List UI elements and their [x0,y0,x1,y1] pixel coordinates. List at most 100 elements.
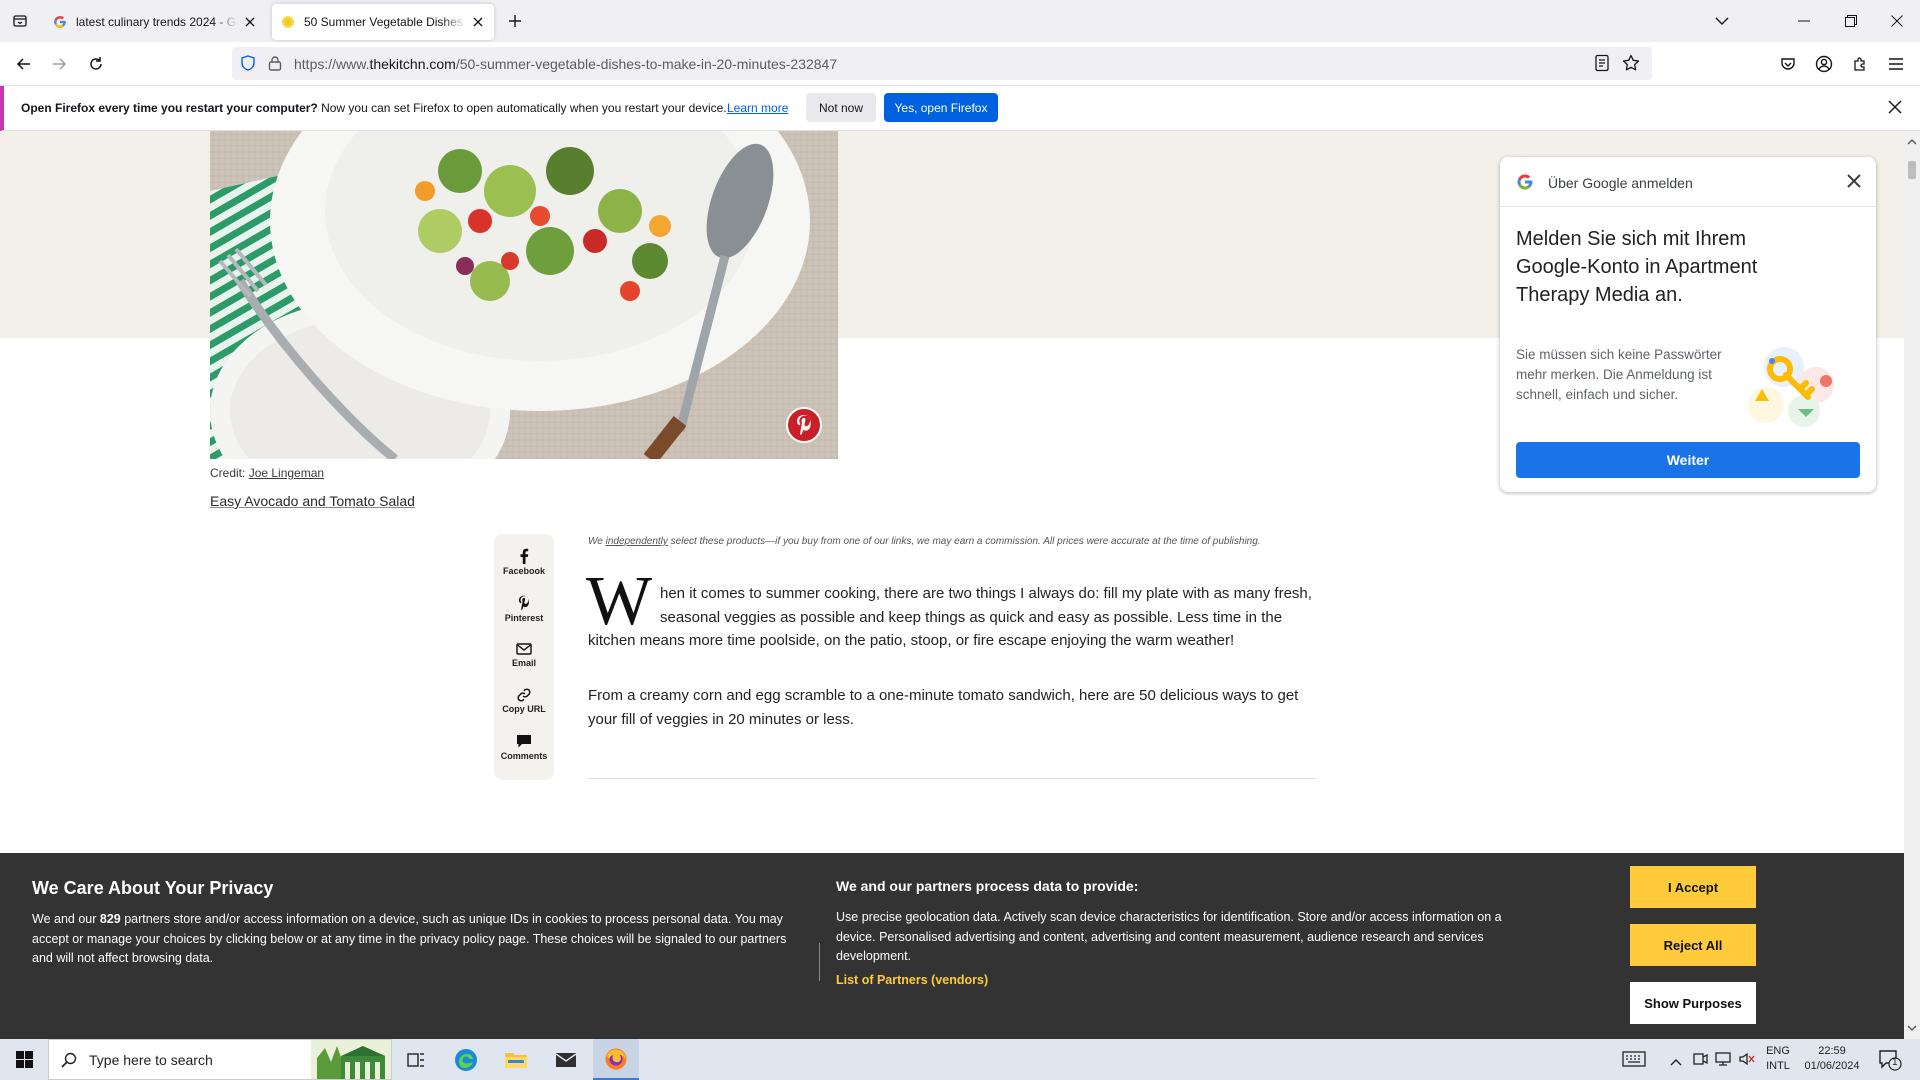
intro-paragraph-part1: hen it comes to summer cooking, there ar… [660,585,1312,626]
share-label: Pinterest [504,613,544,623]
url-bar[interactable]: https://www.thekitchn.com/50-summer-vege… [232,47,1652,80]
close-tab-icon[interactable] [470,14,486,30]
disclaimer-text: We [588,536,606,547]
minimize-icon[interactable] [1791,8,1817,34]
share-facebook[interactable]: Facebook [494,548,554,588]
accept-button[interactable]: I Accept [1630,866,1756,908]
popup-body: Sie müssen sich keine Passwörter mehr me… [1516,347,1722,402]
keyboard-layout-icon[interactable] [1622,1051,1646,1072]
tab-list-icon[interactable] [8,9,32,33]
lock-icon[interactable] [268,55,282,76]
comment-icon [517,735,531,748]
restore-icon[interactable] [1838,8,1864,34]
close-tab-icon[interactable] [242,14,258,30]
privacy-title: We Care About Your Privacy [32,878,274,898]
credit-label: Credit: [210,466,249,480]
popup-header: Über Google anmelden [1500,157,1876,207]
pinterest-save-button[interactable] [786,407,822,443]
taskbar-search-input[interactable]: Type here to search [48,1039,392,1080]
reload-icon[interactable] [82,50,110,78]
link-icon [517,688,531,702]
section-divider [588,778,1316,779]
share-label: Email [511,658,536,668]
key-illustration-icon [1726,345,1856,440]
url-domain: thekitchn.com [369,56,456,72]
notification-bold-text: Open Firefox every time you restart your… [21,101,318,115]
share-rail: Facebook Pinterest Email Copy URL Commen… [494,534,554,780]
url-path: /50-summer-vegetable-dishes-to-make-in-2… [455,56,838,72]
share-label: Comments [500,751,548,761]
clock-time: 22:59 [1818,1045,1846,1057]
reader-view-icon[interactable] [1594,54,1610,77]
yes-open-firefox-button[interactable]: Yes, open Firefox [884,93,998,122]
disclaimer-text: select these products—if you buy from on… [667,536,1261,547]
tab-thekitchn[interactable]: 50 Summer Vegetable Dishes to Make in 20… [272,4,494,40]
share-label: Facebook [502,566,545,576]
windows-taskbar: Type here to search ENG INTL 22:59 01/06… [0,1039,1920,1080]
popup-title: Über Google anmelden [1548,175,1693,191]
show-hidden-icons-chevron-up-icon[interactable] [1670,1053,1682,1071]
google-sign-in-popup: Über Google anmelden Melden Sie sich mit… [1500,157,1876,492]
share-copy-url[interactable]: Copy URL [494,688,554,728]
edge-browser-icon[interactable] [443,1039,489,1080]
scroll-down-arrow-icon[interactable] [1907,1019,1917,1037]
network-icon[interactable] [1714,1051,1732,1072]
device-meet-now-icon[interactable] [1692,1051,1708,1072]
extensions-puzzle-icon[interactable] [1846,50,1874,78]
tab-strip: latest culinary trends 2024 - Google Sea… [0,0,1920,42]
tab-google-search[interactable]: latest culinary trends 2024 - Google Sea… [44,4,266,40]
scroll-thumb[interactable] [1908,161,1916,179]
share-pinterest[interactable]: Pinterest [494,595,554,635]
clock[interactable]: 22:59 01/06/2024 [1800,1044,1864,1074]
search-icon [61,1052,77,1073]
photographer-link[interactable]: Joe Lingeman [249,466,324,480]
back-arrow-icon[interactable] [10,50,38,78]
bookmark-star-icon[interactable] [1622,54,1640,77]
hero-image-avocado-tomato-salad [210,131,838,459]
google-g-logo-icon [1516,173,1534,196]
share-label: Copy URL [502,704,546,714]
tab-title: 50 Summer Vegetable Dishes to Make in 20… [304,15,466,29]
pinterest-icon [518,595,529,611]
learn-more-link[interactable]: Learn more [727,101,788,115]
new-tab-plus-icon[interactable] [504,10,526,32]
language-code: ENG [1766,1045,1790,1057]
file-explorer-folder-icon[interactable] [493,1039,539,1080]
firefox-taskbar-icon[interactable] [593,1039,639,1080]
google-favicon-icon [52,14,68,30]
show-purposes-button[interactable]: Show Purposes [1630,982,1756,1024]
search-placeholder: Type here to search [89,1052,213,1068]
close-popup-icon[interactable] [1846,173,1862,194]
reject-all-button[interactable]: Reject All [1630,924,1756,966]
list-all-tabs-chevron-down-icon[interactable] [1709,8,1735,34]
share-comments[interactable]: Comments [494,734,554,774]
drop-cap: W [586,563,653,640]
account-icon[interactable] [1810,50,1838,78]
close-window-icon[interactable] [1884,8,1910,34]
language-indicator[interactable]: ENG INTL [1762,1044,1794,1074]
url-text[interactable]: https://www.thekitchn.com/50-summer-vege… [294,56,837,72]
share-email[interactable]: Email [494,642,554,682]
thekitchn-favicon-icon [280,14,296,30]
hamburger-menu-icon[interactable] [1882,50,1910,78]
not-now-button[interactable]: Not now [806,93,876,122]
image-caption-link[interactable]: Easy Avocado and Tomato Salad [210,493,415,509]
second-paragraph: From a creamy corn and egg scramble to a… [588,687,1299,728]
list-of-partners-link[interactable]: List of Partners (vendors) [836,973,988,987]
continue-button[interactable]: Weiter [1516,442,1860,478]
page-scrollbar[interactable] [1904,131,1920,1039]
independently-link[interactable]: independently [606,536,668,547]
privacy-text-part: We and our [32,912,100,926]
mail-envelope-icon[interactable] [543,1039,589,1080]
photo-credit: Credit: Joe Lingeman [210,466,324,480]
windows-start-icon[interactable] [0,1039,48,1080]
tab-title: latest culinary trends 2024 - Google Sea… [76,15,238,29]
pocket-icon[interactable] [1774,50,1802,78]
close-notification-icon[interactable] [1888,100,1902,119]
notification-center-icon[interactable]: 1 [1878,1049,1902,1076]
scroll-up-arrow-icon[interactable] [1907,133,1917,151]
volume-muted-icon[interactable] [1738,1051,1756,1072]
forward-arrow-icon[interactable] [45,50,73,78]
tracking-protection-shield-icon[interactable] [240,55,256,76]
task-view-icon[interactable] [393,1039,439,1080]
